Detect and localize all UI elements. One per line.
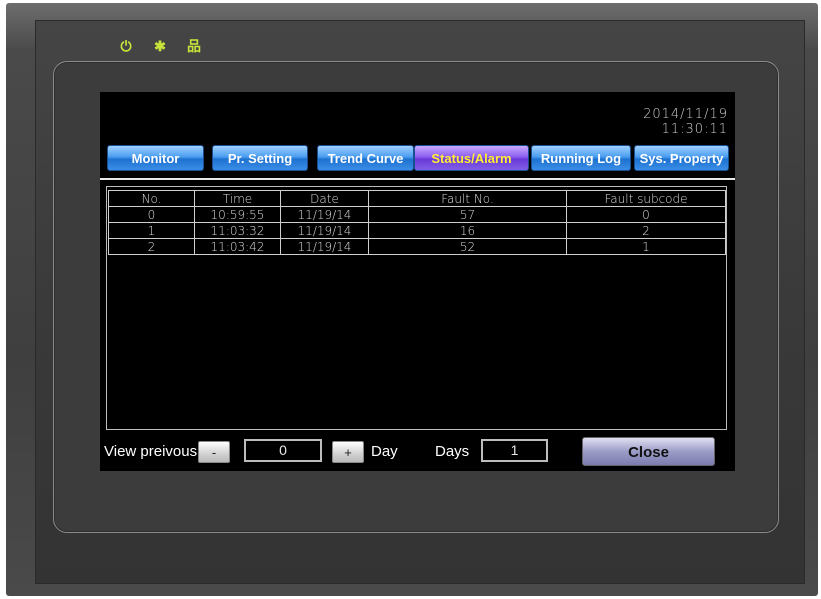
day-offset-field[interactable]: 0 <box>244 439 322 462</box>
alarm-log-table: No. Time Date Fault No. Fault subcode 0 … <box>108 190 726 255</box>
days-label: Days <box>435 443 470 460</box>
cell-date: 11/19/14 <box>280 206 369 223</box>
cell-time: 11:03:32 <box>194 222 281 239</box>
table-row[interactable]: 2 11:03:42 11/19/14 52 1 <box>108 238 726 255</box>
col-fault-subcode-header: Fault subcode <box>566 190 726 207</box>
col-no-header: No. <box>108 190 195 207</box>
view-previous-label: View preivous <box>104 443 198 460</box>
cell-no: 1 <box>108 222 195 239</box>
col-date-header: Date <box>280 190 369 207</box>
cell-no: 0 <box>108 206 195 223</box>
cell-date: 11/19/14 <box>280 238 369 255</box>
cell-fault-no: 16 <box>368 222 567 239</box>
day-label: Day <box>371 443 398 460</box>
increment-day-button[interactable]: + <box>332 441 364 463</box>
table-row[interactable]: 0 10:59:55 11/19/14 57 0 <box>108 206 726 223</box>
col-fault-no-header: Fault No. <box>368 190 567 207</box>
cell-time: 10:59:55 <box>194 206 281 223</box>
cell-time: 11:03:42 <box>194 238 281 255</box>
cell-fault-subcode: 0 <box>566 206 726 223</box>
power-icon: ⏻ <box>120 38 132 54</box>
tab-pr-setting[interactable]: Pr. Setting <box>212 145 308 171</box>
bottom-controls: View preivous - 0 + Day Days 1 Close <box>100 436 735 466</box>
hmi-screen: 2014/11/19 11:30:11 Monitor Pr. Setting … <box>100 92 735 471</box>
tab-divider <box>100 178 735 180</box>
cell-fault-no: 57 <box>368 206 567 223</box>
cell-fault-no: 52 <box>368 238 567 255</box>
current-time: 11:30:11 <box>661 122 728 137</box>
datetime-display: 2014/11/19 11:30:11 <box>643 107 728 137</box>
tab-sys-property[interactable]: Sys. Property <box>634 145 729 171</box>
run-indicator-icon: ✱ <box>154 38 166 54</box>
tab-monitor[interactable]: Monitor <box>107 145 204 171</box>
alarm-log-panel: No. Time Date Fault No. Fault subcode 0 … <box>106 186 727 430</box>
current-date: 2014/11/19 <box>643 107 728 122</box>
days-field[interactable]: 1 <box>481 439 548 462</box>
tab-status-alarm[interactable]: Status/Alarm <box>414 145 529 171</box>
col-time-header: Time <box>194 190 281 207</box>
network-icon: 品 <box>187 38 201 54</box>
tab-trend-curve[interactable]: Trend Curve <box>317 145 414 171</box>
cell-date: 11/19/14 <box>280 222 369 239</box>
close-button[interactable]: Close <box>582 437 715 466</box>
table-header-row: No. Time Date Fault No. Fault subcode <box>108 190 726 207</box>
status-leds: ⏻ ✱ 品 <box>118 38 202 54</box>
tab-running-log[interactable]: Running Log <box>531 145 631 171</box>
cell-fault-subcode: 1 <box>566 238 726 255</box>
cell-no: 2 <box>108 238 195 255</box>
cell-fault-subcode: 2 <box>566 222 726 239</box>
decrement-day-button[interactable]: - <box>198 441 230 463</box>
table-row[interactable]: 1 11:03:32 11/19/14 16 2 <box>108 222 726 239</box>
